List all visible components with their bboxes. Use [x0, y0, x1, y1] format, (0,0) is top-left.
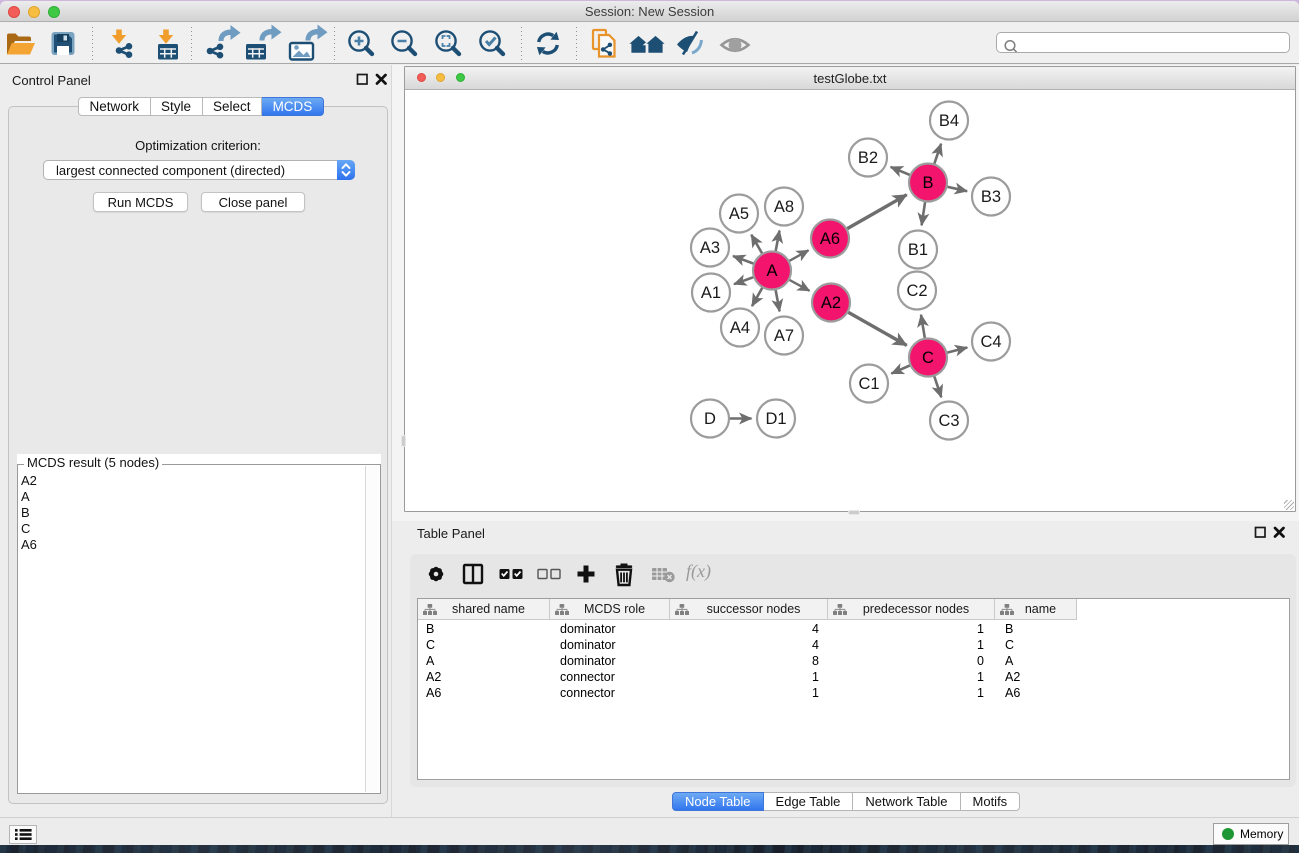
- svg-text:C3: C3: [938, 412, 959, 430]
- svg-text:C: C: [922, 349, 934, 367]
- svg-text:D1: D1: [765, 410, 786, 428]
- svg-text:A4: A4: [730, 319, 750, 337]
- svg-text:A5: A5: [729, 205, 749, 223]
- svg-text:C2: C2: [906, 282, 927, 300]
- svg-text:A7: A7: [774, 327, 794, 345]
- svg-text:C1: C1: [858, 375, 879, 393]
- svg-text:B1: B1: [908, 241, 928, 259]
- svg-text:A3: A3: [700, 239, 720, 257]
- svg-text:D: D: [704, 410, 716, 428]
- svg-text:A8: A8: [774, 198, 794, 216]
- svg-text:B: B: [922, 174, 933, 192]
- svg-text:B3: B3: [981, 188, 1001, 206]
- svg-text:A1: A1: [701, 284, 721, 302]
- svg-text:B4: B4: [939, 112, 959, 130]
- svg-text:C4: C4: [980, 333, 1001, 351]
- svg-text:B2: B2: [858, 149, 878, 167]
- svg-text:A2: A2: [821, 294, 841, 312]
- svg-text:A6: A6: [820, 230, 840, 248]
- svg-text:A: A: [766, 262, 777, 280]
